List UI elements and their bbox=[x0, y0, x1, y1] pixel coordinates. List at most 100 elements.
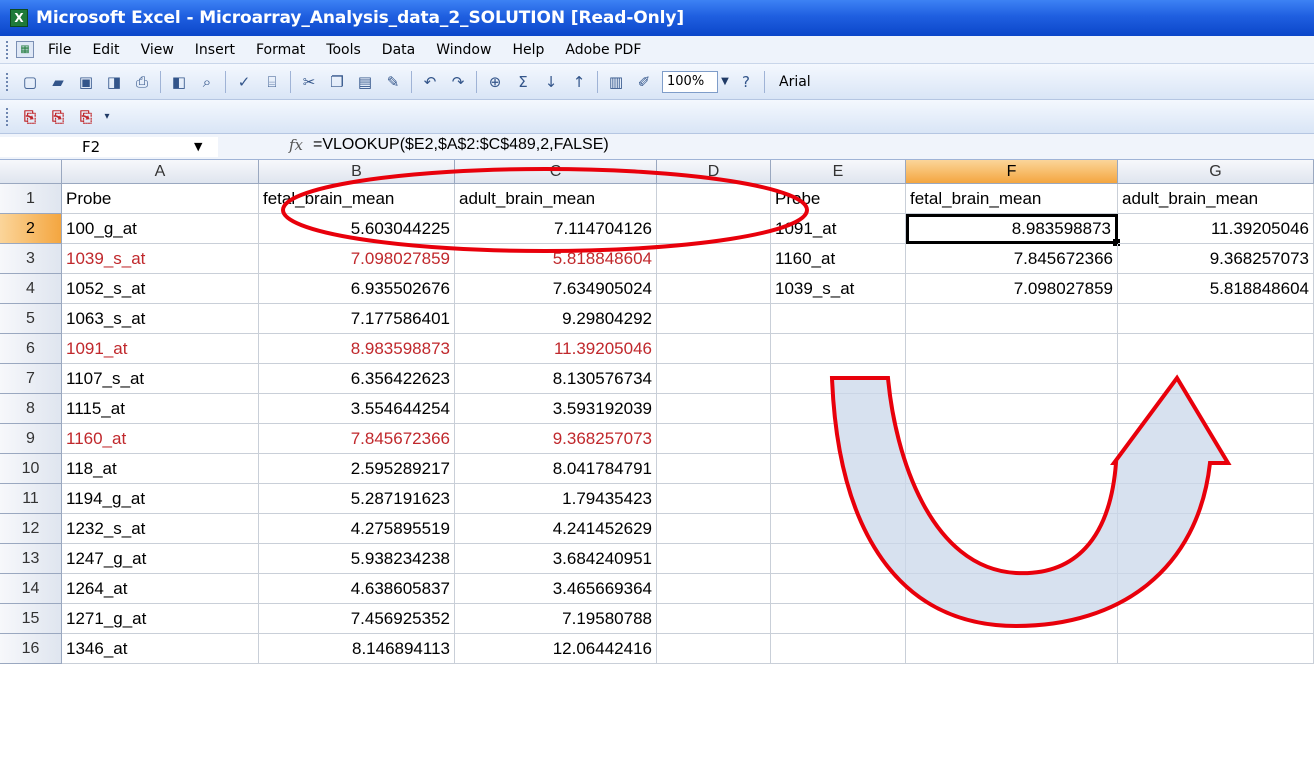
column-header-e[interactable]: E bbox=[771, 160, 906, 184]
cell-e12[interactable] bbox=[771, 514, 906, 544]
cell-e1[interactable]: Probe bbox=[771, 184, 906, 214]
cell-f7[interactable] bbox=[906, 364, 1118, 394]
name-box-chevron-down-icon[interactable]: ▼ bbox=[194, 140, 202, 153]
cell-d13[interactable] bbox=[657, 544, 771, 574]
menu-file[interactable]: File bbox=[48, 42, 71, 58]
sort-ascending-icon[interactable]: ↓ bbox=[539, 71, 563, 93]
help-icon[interactable]: ? bbox=[734, 71, 758, 93]
row-header-14[interactable]: 14 bbox=[0, 574, 62, 604]
cell-a3[interactable]: 1039_s_at bbox=[62, 244, 259, 274]
menu-data[interactable]: Data bbox=[382, 42, 415, 58]
print-icon[interactable]: ⎙ bbox=[130, 71, 154, 93]
cell-c16[interactable]: 12.06442416 bbox=[455, 634, 657, 664]
new-document-icon[interactable]: ▢ bbox=[18, 71, 42, 93]
row-header-7[interactable]: 7 bbox=[0, 364, 62, 394]
cell-a15[interactable]: 1271_g_at bbox=[62, 604, 259, 634]
cell-g6[interactable] bbox=[1118, 334, 1314, 364]
cell-e4[interactable]: 1039_s_at bbox=[771, 274, 906, 304]
cell-b16[interactable]: 8.146894113 bbox=[259, 634, 455, 664]
cell-a9[interactable]: 1160_at bbox=[62, 424, 259, 454]
cell-g13[interactable] bbox=[1118, 544, 1314, 574]
cell-a8[interactable]: 1115_at bbox=[62, 394, 259, 424]
cell-f14[interactable] bbox=[906, 574, 1118, 604]
cell-c8[interactable]: 3.593192039 bbox=[455, 394, 657, 424]
menu-format[interactable]: Format bbox=[256, 42, 305, 58]
cell-b13[interactable]: 5.938234238 bbox=[259, 544, 455, 574]
name-box[interactable]: F2 bbox=[0, 137, 218, 157]
convert-and-email-icon[interactable]: ⎘ bbox=[47, 107, 69, 127]
cell-g16[interactable] bbox=[1118, 634, 1314, 664]
column-header-d[interactable]: D bbox=[657, 160, 771, 184]
cell-b3[interactable]: 7.098027859 bbox=[259, 244, 455, 274]
cell-e13[interactable] bbox=[771, 544, 906, 574]
cell-d10[interactable] bbox=[657, 454, 771, 484]
cell-a4[interactable]: 1052_s_at bbox=[62, 274, 259, 304]
row-header-4[interactable]: 4 bbox=[0, 274, 62, 304]
cell-e8[interactable] bbox=[771, 394, 906, 424]
drawing-icon[interactable]: ✐ bbox=[632, 71, 656, 93]
cell-e14[interactable] bbox=[771, 574, 906, 604]
cell-e7[interactable] bbox=[771, 364, 906, 394]
cell-c14[interactable]: 3.465669364 bbox=[455, 574, 657, 604]
cell-d4[interactable] bbox=[657, 274, 771, 304]
row-header-5[interactable]: 5 bbox=[0, 304, 62, 334]
cell-g10[interactable] bbox=[1118, 454, 1314, 484]
cell-a14[interactable]: 1264_at bbox=[62, 574, 259, 604]
spelling-icon[interactable]: ✓ bbox=[232, 71, 256, 93]
cell-c3[interactable]: 5.818848604 bbox=[455, 244, 657, 274]
menu-adobe-pdf[interactable]: Adobe PDF bbox=[565, 42, 641, 58]
cell-a7[interactable]: 1107_s_at bbox=[62, 364, 259, 394]
convert-and-review-icon[interactable]: ⎘ bbox=[75, 107, 97, 127]
redo-icon[interactable]: ↷ bbox=[446, 71, 470, 93]
cell-c6[interactable]: 11.39205046 bbox=[455, 334, 657, 364]
cut-icon[interactable]: ✂ bbox=[297, 71, 321, 93]
row-header-3[interactable]: 3 bbox=[0, 244, 62, 274]
cell-d8[interactable] bbox=[657, 394, 771, 424]
cell-d6[interactable] bbox=[657, 334, 771, 364]
cell-a5[interactable]: 1063_s_at bbox=[62, 304, 259, 334]
cell-g2[interactable]: 11.39205046 bbox=[1118, 214, 1314, 244]
column-header-c[interactable]: C bbox=[455, 160, 657, 184]
cell-c7[interactable]: 8.130576734 bbox=[455, 364, 657, 394]
row-header-2[interactable]: 2 bbox=[0, 214, 62, 244]
cell-e6[interactable] bbox=[771, 334, 906, 364]
cell-c15[interactable]: 7.19580788 bbox=[455, 604, 657, 634]
menu-help[interactable]: Help bbox=[512, 42, 544, 58]
column-header-b[interactable]: B bbox=[259, 160, 455, 184]
active-cell[interactable]: 8.983598873 bbox=[906, 214, 1118, 244]
font-name-box[interactable]: Arial bbox=[779, 74, 811, 90]
cell-e11[interactable] bbox=[771, 484, 906, 514]
cell-a16[interactable]: 1346_at bbox=[62, 634, 259, 664]
cell-d7[interactable] bbox=[657, 364, 771, 394]
cell-b11[interactable]: 5.287191623 bbox=[259, 484, 455, 514]
cell-c11[interactable]: 1.79435423 bbox=[455, 484, 657, 514]
cell-b12[interactable]: 4.275895519 bbox=[259, 514, 455, 544]
save-icon[interactable]: ▣ bbox=[74, 71, 98, 93]
excel-app-icon[interactable]: X bbox=[10, 9, 28, 27]
cell-a11[interactable]: 1194_g_at bbox=[62, 484, 259, 514]
cell-g14[interactable] bbox=[1118, 574, 1314, 604]
cell-f10[interactable] bbox=[906, 454, 1118, 484]
cell-f16[interactable] bbox=[906, 634, 1118, 664]
cell-b8[interactable]: 3.554644254 bbox=[259, 394, 455, 424]
column-header-f[interactable]: F bbox=[906, 160, 1118, 184]
cell-a10[interactable]: 118_at bbox=[62, 454, 259, 484]
pdf-toolbar-grip-handle[interactable] bbox=[6, 107, 10, 126]
preview-magnifier-icon[interactable]: ⌕ bbox=[195, 71, 219, 93]
hyperlink-icon[interactable]: ⊕ bbox=[483, 71, 507, 93]
menu-tools[interactable]: Tools bbox=[326, 42, 361, 58]
cell-e10[interactable] bbox=[771, 454, 906, 484]
autosum-icon[interactable]: Σ bbox=[511, 71, 535, 93]
cell-f9[interactable] bbox=[906, 424, 1118, 454]
cell-g8[interactable] bbox=[1118, 394, 1314, 424]
cell-b9[interactable]: 7.845672366 bbox=[259, 424, 455, 454]
workbook-icon[interactable]: ▦ bbox=[16, 41, 34, 58]
menu-insert[interactable]: Insert bbox=[195, 42, 235, 58]
cell-f8[interactable] bbox=[906, 394, 1118, 424]
cell-c4[interactable]: 7.634905024 bbox=[455, 274, 657, 304]
row-header-9[interactable]: 9 bbox=[0, 424, 62, 454]
row-header-1[interactable]: 1 bbox=[0, 184, 62, 214]
cell-g5[interactable] bbox=[1118, 304, 1314, 334]
zoom-select[interactable]: 100% bbox=[662, 70, 718, 93]
cell-d12[interactable] bbox=[657, 514, 771, 544]
